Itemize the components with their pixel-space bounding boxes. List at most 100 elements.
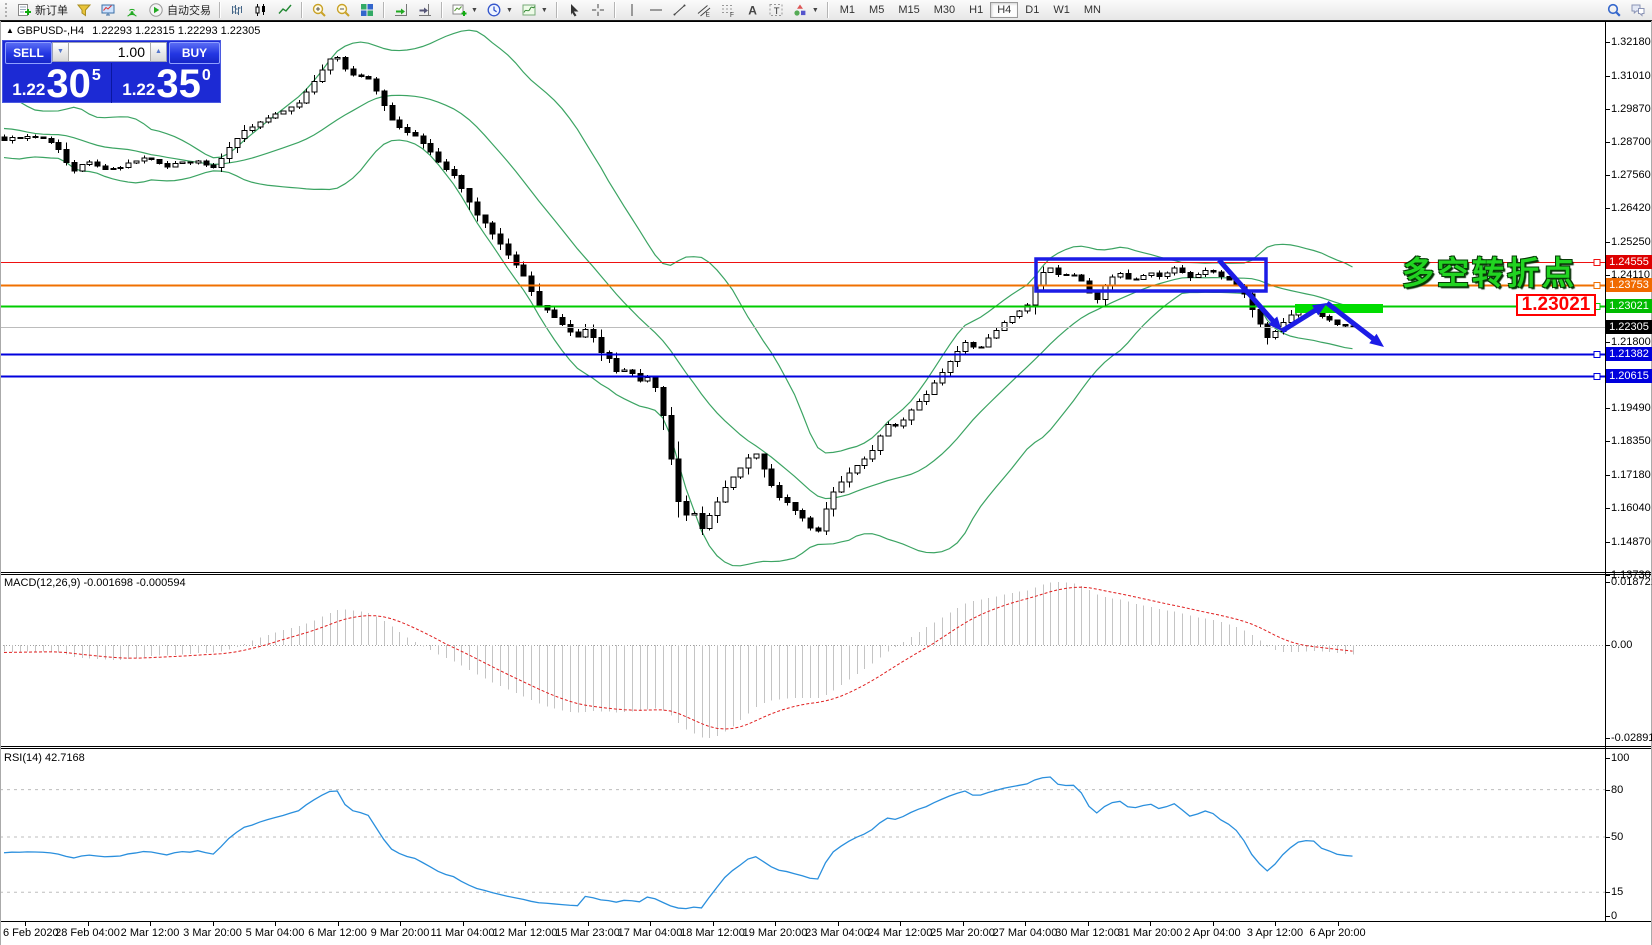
turning-point-annotation[interactable]: 多空转折点 [1402,248,1577,294]
time-axis-label: 19 Mar 20:00 [742,927,808,939]
crosshair-icon [591,4,604,16]
timeframe-w1-button[interactable]: W1 [1046,2,1077,18]
line-handle[interactable] [1593,351,1601,358]
timeframe-h1-button[interactable]: H1 [962,2,990,18]
terminal-button[interactable] [96,0,120,20]
crosshair-button[interactable] [586,0,610,20]
indicator-axis-label: 100 [1611,752,1630,764]
price-axis-label: 1.29870 [1611,102,1651,115]
symbol-period-label: GBPUSD-,H4 [16,25,85,37]
price-axis-label: 1.31010 [1611,69,1651,82]
community-button[interactable] [1626,0,1650,20]
time-axis-label: 31 Mar 20:00 [1117,927,1183,939]
autotrading-button[interactable]: 自动交易 [144,0,215,20]
time-axis-label: 17 Mar 04:00 [617,927,683,939]
chartshift-icon [419,4,431,16]
zoom-in-button[interactable] [307,0,331,20]
volume-input[interactable] [69,43,150,61]
price-callout-label[interactable]: 1.23021 [1516,294,1596,316]
vline-icon [631,4,633,16]
text-button[interactable]: A [740,0,764,20]
periods-button[interactable]: ▼ [482,0,517,20]
volume-increase-button[interactable]: ▲ [150,43,166,61]
price-axis-label: 1.26420 [1611,202,1651,215]
fibonacci-button[interactable]: F [716,0,740,20]
buy-price[interactable]: 1.22 35 0 [111,63,221,104]
sell-price[interactable]: 1.22 30 5 [2,62,111,106]
rsi-label: RSI(14) 42.7168 [4,752,85,764]
fibo-icon: F [721,5,734,18]
sell-button[interactable]: SELL [5,42,52,64]
bar-chart-button[interactable] [225,0,249,20]
bars-icon [232,5,242,15]
candlestick-chart-button[interactable] [249,0,273,20]
signals-button[interactable] [120,0,144,20]
ohlc-values: 1.22293 1.22315 1.22293 1.22305 [92,25,261,37]
time-axis-label: 15 Mar 23:00 [555,927,620,939]
dropdown-arrow-icon: ▼ [471,6,478,14]
tile-windows-button[interactable] [355,0,379,20]
timeframe-d1-button[interactable]: D1 [1018,2,1046,18]
arrows-button[interactable]: ▼ [788,0,823,20]
dropdown-arrow-icon: ▼ [505,6,513,14]
volume-stepper: ▼ ▲ [52,42,167,62]
addchart-icon [452,4,467,16]
channel-icon: E [697,5,710,19]
equidistant-channel-button[interactable]: E [692,0,716,20]
line-chart-button[interactable] [273,0,297,20]
timeframe-mn-button[interactable]: MN [1077,2,1108,18]
chart-canvas[interactable] [0,0,1652,945]
market-watch-button[interactable] [72,0,96,20]
time-axis-label: 9 Mar 20:00 [370,927,430,939]
macd-label: MACD(12,26,9) -0.001698 -0.000594 [4,577,186,589]
chart-shift-button[interactable] [413,0,437,20]
volume-decrease-button[interactable]: ▼ [53,43,69,61]
timeframe-m5-button[interactable]: M5 [862,2,891,18]
new-chart-button[interactable]: ▼ [447,0,482,20]
trendline-button[interactable] [668,0,692,20]
timeframe-h4-button[interactable]: H4 [990,2,1019,18]
line-handle[interactable] [1593,259,1601,266]
timeframe-m30-button[interactable]: M30 [927,2,962,18]
macd-plot [0,582,1605,738]
dropdown-arrow-icon: ▼ [540,6,548,14]
toolbar-separator [441,2,443,18]
time-axis-label: 24 Mar 12:00 [867,927,933,939]
collapse-triangle-icon[interactable]: ▲ [6,26,14,35]
autotrading-button-label: 自动交易 [167,5,211,17]
horizontal-line-button[interactable] [644,0,668,20]
chart-title: ▲ GBPUSD-,H4 1.22293 1.22315 1.22293 1.223… [6,25,260,37]
text-label-button[interactable]: T [764,0,788,20]
trendline-icon [673,4,686,16]
new-order-button[interactable]: 新订单 [12,0,72,20]
hline-icon [649,9,662,11]
svg-text:A: A [748,4,757,18]
textA-icon: A [748,4,757,18]
indicator-axis-label: 0.00 [1611,639,1633,651]
tiles-icon [361,4,373,16]
line-handle[interactable] [1593,282,1601,289]
time-axis-label: 6 Mar 12:00 [308,927,367,939]
price-badge: 1.22305 [1606,319,1652,334]
auto-scroll-button[interactable] [389,0,413,20]
timeframe-m1-button[interactable]: M1 [833,2,862,18]
search-button[interactable] [1602,0,1626,20]
timeframe-m15-button[interactable]: M15 [891,2,926,18]
bid-ask-prices: 1.22 30 5 1.22 35 0 [2,62,221,106]
price-axis-label: 1.16040 [1611,501,1651,514]
price-badge: 1.23753 [1606,278,1652,293]
template-icon [522,4,536,16]
buy-button[interactable]: BUY [169,42,220,64]
sell-price-big: 30 [46,62,91,106]
line-handle[interactable] [1593,373,1601,380]
new-order-icon [18,4,31,16]
toolbar-separator [826,2,829,18]
cursor-button[interactable] [562,0,586,20]
price-axis-label: 1.28700 [1611,136,1651,149]
templates-button[interactable]: ▼ [517,0,552,20]
direction-arrows[interactable] [1217,258,1384,347]
price-axis-label: 1.27560 [1611,169,1651,182]
zoom-out-button[interactable] [331,0,355,20]
svg-text:E: E [705,12,710,19]
vertical-line-button[interactable] [620,0,644,20]
